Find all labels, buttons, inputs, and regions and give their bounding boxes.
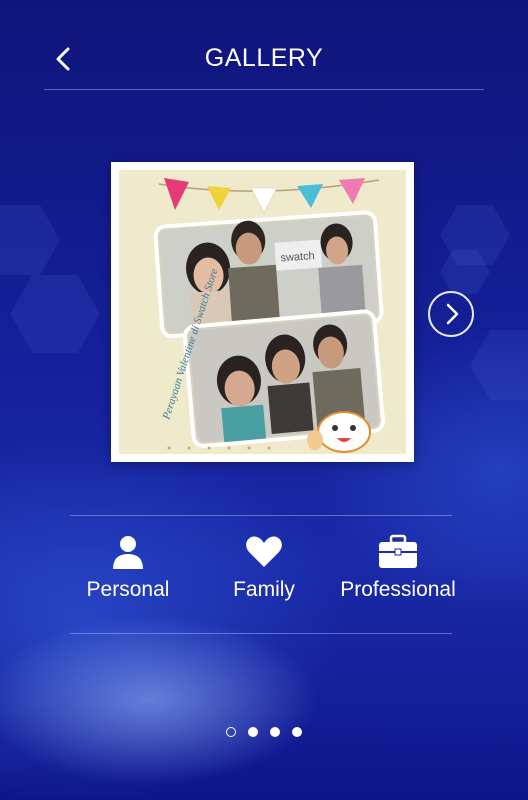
collage-illustration: swatch Perayaan Valentine di Swatch Stor… <box>153 178 385 453</box>
category-label-professional: Professional <box>340 578 456 601</box>
heart-icon <box>246 536 282 567</box>
chevron-right-icon <box>446 303 459 325</box>
person-icon <box>113 536 143 569</box>
decorative-hexagon <box>0 205 60 275</box>
category-label-personal: Personal <box>86 578 170 601</box>
page-dot-3[interactable] <box>270 727 280 737</box>
page-title: GALLERY <box>204 44 324 72</box>
svg-text:swatch: swatch <box>280 250 315 264</box>
page-dot-1[interactable] <box>226 727 236 737</box>
category-professional[interactable]: Professional <box>336 534 460 614</box>
category-personal[interactable]: Personal <box>78 534 178 614</box>
page-dot-2[interactable] <box>248 727 258 737</box>
category-label-family: Family <box>233 578 295 601</box>
category-divider-top <box>70 515 452 516</box>
gallery-screen: GALLERY swatch Perayaan Valentine di Swa… <box>0 0 528 800</box>
header-divider <box>44 89 484 90</box>
gallery-photo[interactable]: swatch Perayaan Valentine di Swatch Stor… <box>111 162 414 462</box>
decorative-hexagon <box>470 330 528 400</box>
next-photo-button[interactable] <box>428 291 474 337</box>
photo-collage: swatch Perayaan Valentine di Swatch Stor… <box>119 170 406 454</box>
briefcase-icon <box>379 534 417 568</box>
page-indicator <box>0 726 528 740</box>
category-family[interactable]: Family <box>214 534 314 614</box>
category-divider-bottom <box>70 633 452 634</box>
decorative-hexagon <box>10 275 100 353</box>
header-bar: GALLERY <box>0 28 528 90</box>
page-dot-4[interactable] <box>292 727 302 737</box>
